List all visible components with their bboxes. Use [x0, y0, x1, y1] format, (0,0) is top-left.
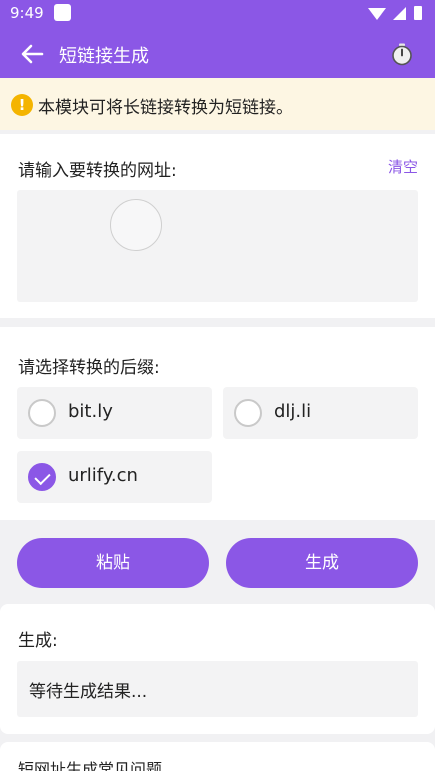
signal-icon — [393, 7, 406, 20]
suffix-option-bitly[interactable]: bit.ly — [17, 387, 212, 439]
suffix-option-urlify[interactable]: urlify.cn — [17, 451, 212, 503]
wifi-icon — [368, 8, 386, 20]
radio-button[interactable] — [28, 399, 56, 427]
toolbar: 短链接生成 — [0, 30, 435, 78]
warning-icon: ! — [11, 94, 33, 116]
notification-icon — [54, 4, 71, 21]
suffix-label: 请选择转换的后缀: — [18, 358, 160, 378]
suffix-card: 请选择转换的后缀: bit.ly dlj.li urlify.cn — [0, 327, 435, 520]
battery-icon — [414, 6, 422, 20]
clear-button[interactable]: 清空 — [388, 156, 418, 177]
radio-button[interactable] — [234, 399, 262, 427]
faq-card[interactable]: 短网址生成常见问题 — [0, 742, 435, 771]
stopwatch-icon[interactable] — [390, 42, 414, 66]
suffix-option-label: dlj.li — [274, 401, 312, 422]
generate-button[interactable]: 生成 — [226, 538, 418, 588]
url-card: 请输入要转换的网址: 清空 — [0, 134, 435, 318]
url-label: 请输入要转换的网址: — [18, 161, 177, 181]
radio-button-checked[interactable] — [28, 463, 56, 491]
result-label: 生成: — [18, 631, 58, 651]
faq-title: 短网址生成常见问题 — [18, 760, 163, 771]
info-banner-text: 本模块可将长链接转换为短链接。 — [38, 98, 293, 118]
suffix-option-dlj[interactable]: dlj.li — [223, 387, 418, 439]
result-output[interactable]: 等待生成结果... — [17, 661, 418, 717]
url-input[interactable] — [17, 190, 418, 302]
status-bar: 9:49 — [0, 0, 435, 28]
suffix-option-label: bit.ly — [68, 401, 113, 422]
suffix-option-label: urlify.cn — [68, 465, 138, 486]
page-title: 短链接生成 — [59, 46, 149, 67]
back-arrow-icon[interactable] — [18, 40, 46, 68]
paste-button[interactable]: 粘贴 — [17, 538, 209, 588]
result-text: 等待生成结果... — [29, 682, 148, 702]
result-card: 生成: 等待生成结果... — [0, 604, 435, 734]
info-banner: ! 本模块可将长链接转换为短链接。 — [0, 78, 435, 130]
app-bar: 9:49 短链接生成 — [0, 0, 435, 78]
status-time: 9:49 — [10, 4, 44, 22]
